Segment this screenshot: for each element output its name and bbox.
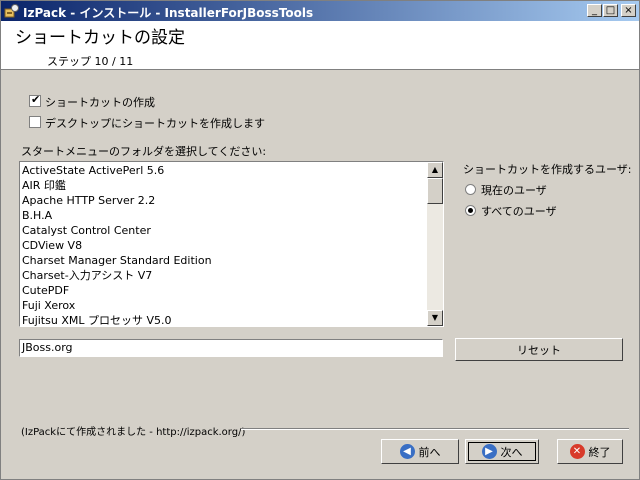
folder-list-items: ActiveState ActivePerl 5.6 AIR 印鑑 Apache… [22,163,422,326]
check-mark-icon: ✔ [31,93,41,106]
izpack-credit: (IzPackにて作成されました - http://izpack.org/) [21,427,246,438]
list-item[interactable]: Charset Manager Standard Edition [22,253,422,268]
start-menu-folder-list[interactable]: ActiveState ActivePerl 5.6 AIR 印鑑 Apache… [19,161,444,327]
desktop-shortcut-label[interactable]: デスクトップにショートカットを作成します [45,115,265,131]
list-item[interactable]: Fujitsu XML プロセッサ V5.0 [22,313,422,326]
page-title: ショートカットの設定 [15,28,185,48]
triangle-up-icon: ▲ [431,165,439,174]
next-button[interactable]: ▶ 次へ [465,439,539,464]
list-item[interactable]: AIR 印鑑 [22,178,422,193]
scroll-down-button[interactable]: ▼ [427,310,443,326]
close-icon: ✕ [569,444,585,459]
current-user-radio[interactable] [465,184,476,195]
folder-list-label: スタートメニューのフォルダを選択してください: [21,145,267,158]
panel-header: ショートカットの設定 ステップ 10 / 11 [1,21,639,70]
maximize-button[interactable]: □ [603,4,618,17]
list-item[interactable]: Catalyst Control Center [22,223,422,238]
current-user-label[interactable]: 現在のユーザ [481,182,547,198]
installer-window: IzPack - インストール - InstallerForJBossTools… [0,0,640,480]
triangle-down-icon: ▼ [431,313,439,322]
list-item[interactable]: ActiveState ActivePerl 5.6 [22,163,422,178]
user-choice-label: ショートカットを作成するユーザ: [463,163,632,176]
folder-name-input[interactable]: JBoss.org [19,339,443,357]
arrow-left-icon: ◀ [399,444,415,459]
scroll-up-button[interactable]: ▲ [427,162,443,178]
desktop-shortcut-checkbox[interactable] [29,116,41,128]
all-users-label[interactable]: すべてのユーザ [481,203,557,219]
minimize-button[interactable]: _ [587,4,602,17]
list-item[interactable]: CDView V8 [22,238,422,253]
create-shortcut-label[interactable]: ショートカットの作成 [45,94,155,110]
reset-button-label: リセット [517,343,561,357]
title-bar[interactable]: IzPack - インストール - InstallerForJBossTools… [1,1,639,21]
folder-list-scrollbar[interactable]: ▲ ▼ [427,162,443,326]
step-indicator: ステップ 10 / 11 [47,55,134,68]
window-title: IzPack - インストール - InstallerForJBossTools [23,6,314,20]
radio-selected-dot [468,208,473,213]
arrow-right-icon: ▶ [481,444,497,459]
list-item[interactable]: B.H.A [22,208,422,223]
close-button[interactable]: × [621,4,636,17]
list-item[interactable]: Fuji Xerox [22,298,422,313]
prev-button[interactable]: ◀ 前へ [381,439,459,464]
all-users-radio[interactable] [465,205,476,216]
quit-button-label: 終了 [588,445,611,459]
scroll-thumb[interactable] [427,178,443,204]
izpack-app-icon [4,4,19,18]
reset-button[interactable]: リセット [455,338,623,361]
next-button-label: 次へ [500,445,523,459]
list-item[interactable]: Apache HTTP Server 2.2 [22,193,422,208]
prev-button-label: 前へ [418,445,441,459]
footer-divider [241,428,629,430]
quit-button[interactable]: ✕ 終了 [557,439,623,464]
create-shortcut-checkbox[interactable]: ✔ [29,93,41,107]
list-item[interactable]: Charset-入力アシスト V7 [22,268,422,283]
list-item[interactable]: CutePDF [22,283,422,298]
